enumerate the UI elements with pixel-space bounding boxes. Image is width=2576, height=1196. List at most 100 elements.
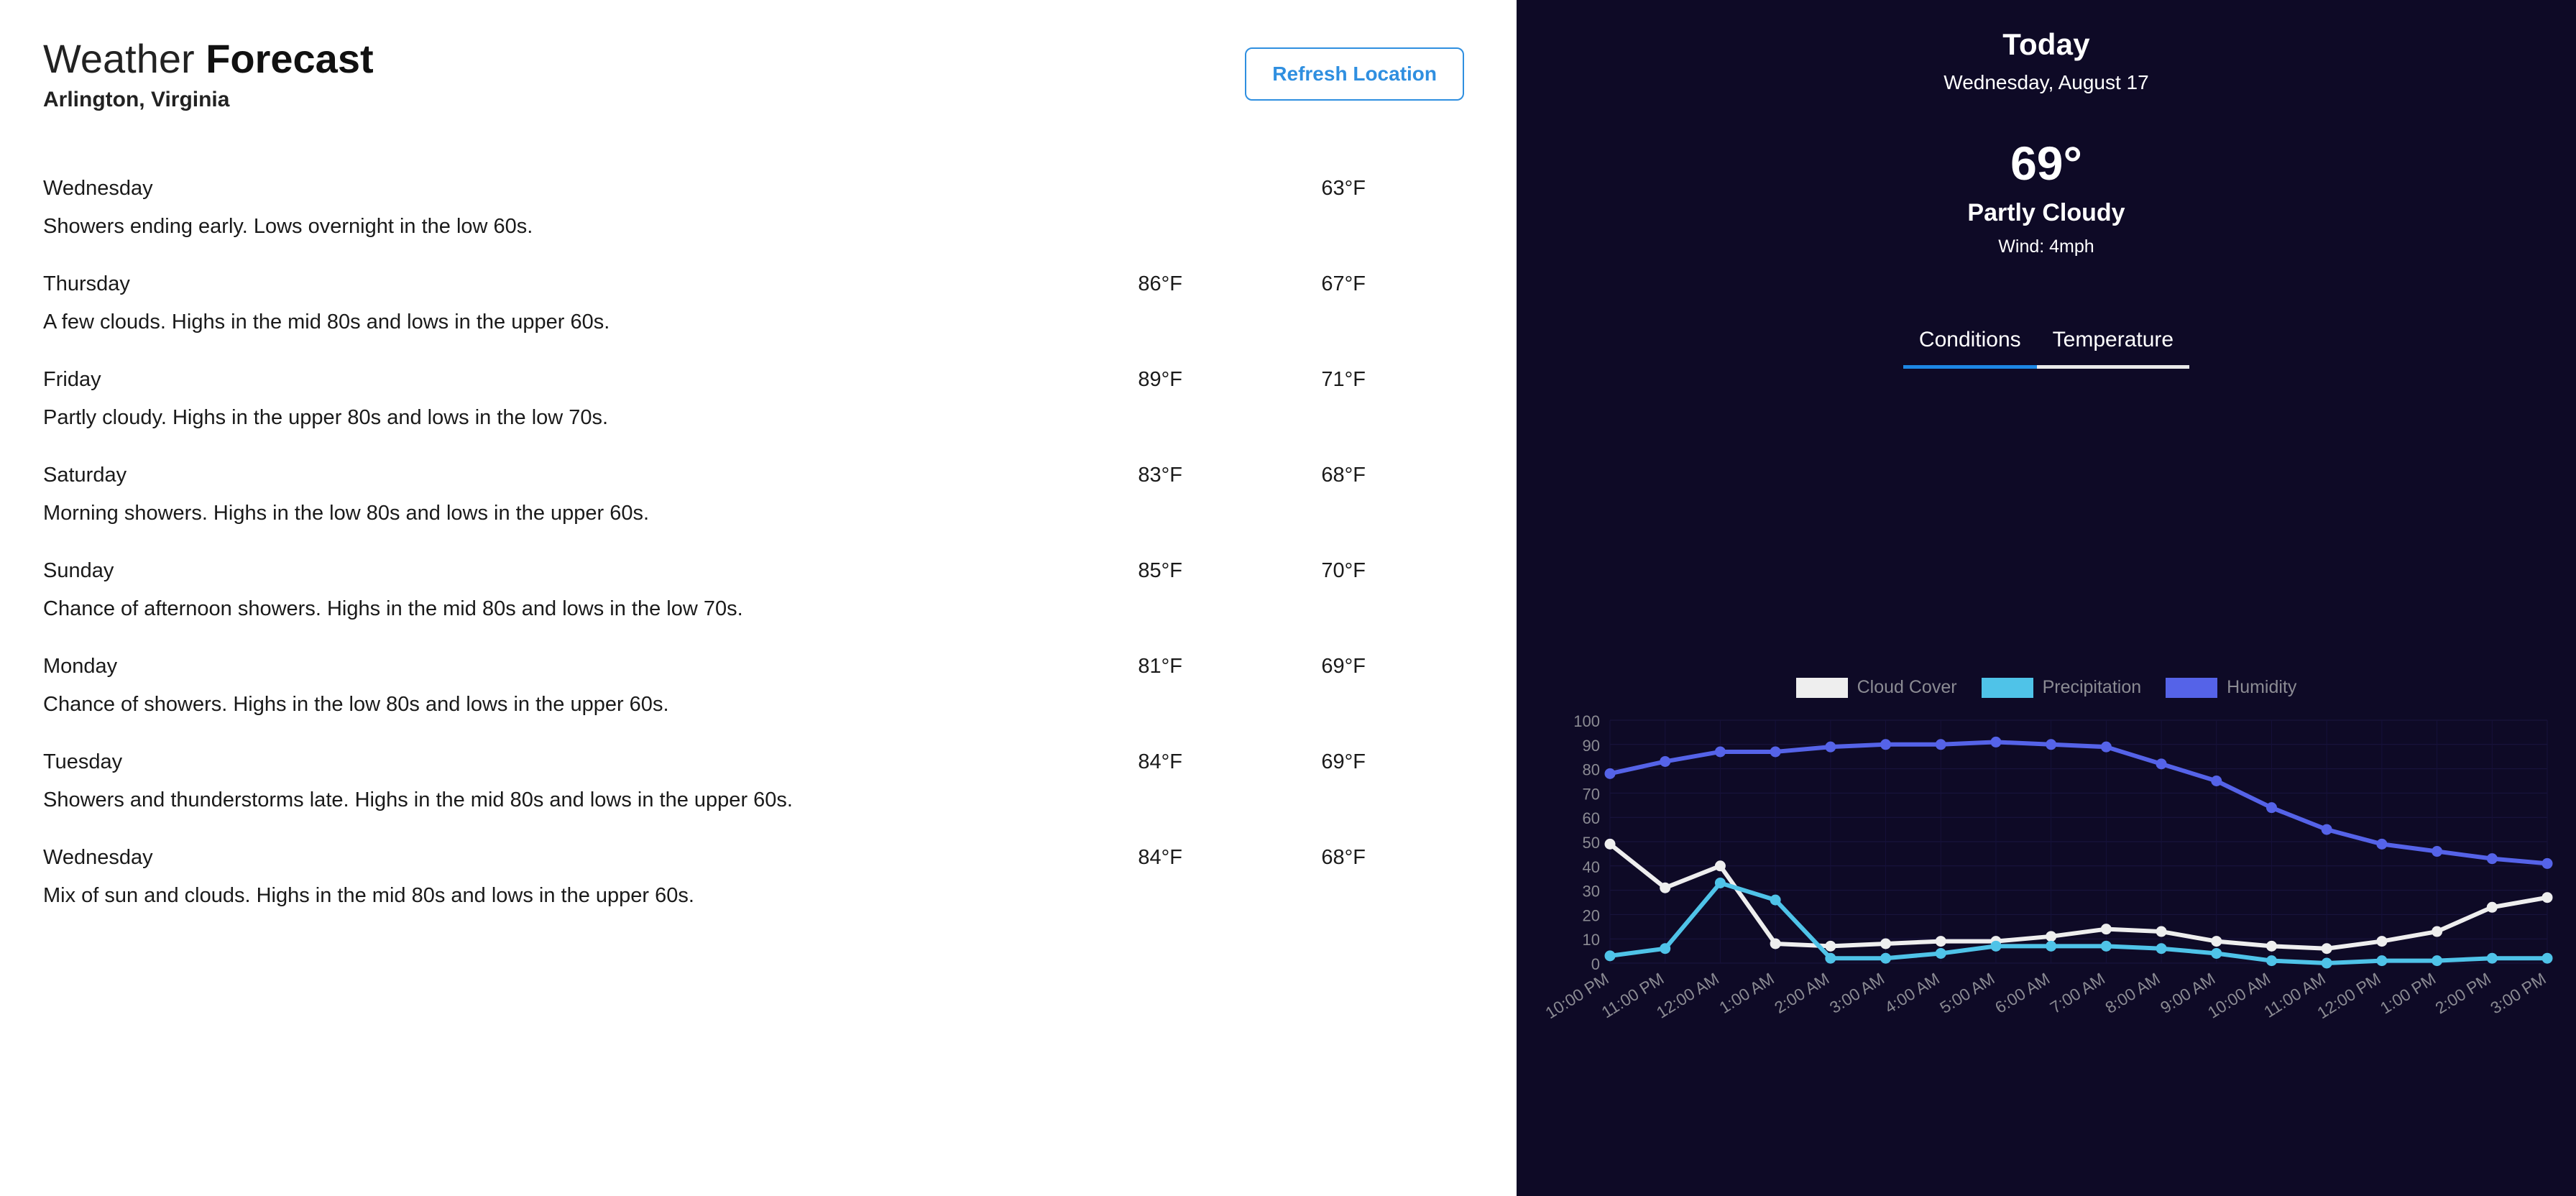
tab-temperature[interactable]: Temperature	[2036, 323, 2190, 369]
page-header: Weather Forecast Arlington, Virginia Ref…	[43, 37, 1473, 112]
chart-point-precipitation[interactable]	[1880, 952, 1892, 964]
chart-point-humidity[interactable]	[2321, 824, 2332, 835]
chart-point-humidity[interactable]	[1714, 746, 1726, 758]
chart-point-cloud-cover[interactable]	[2321, 943, 2332, 954]
chart-point-humidity[interactable]	[1660, 755, 1671, 767]
chart-point-cloud-cover[interactable]	[1714, 860, 1726, 872]
forecast-high-temp: 86°F	[1138, 272, 1182, 296]
forecast-description: Morning showers. Highs in the low 80s an…	[43, 502, 650, 525]
chart-point-precipitation[interactable]	[1990, 940, 2002, 952]
chart-point-precipitation[interactable]	[2486, 952, 2498, 964]
chart-point-humidity[interactable]	[2376, 838, 2388, 850]
chart-x-tick-label: 2:00 PM	[2432, 969, 2494, 1017]
tab-conditions[interactable]: Conditions	[1903, 323, 2037, 369]
chart-y-tick-label: 70	[1583, 785, 1600, 803]
chart-x-tick-label: 3:00 AM	[1826, 969, 1887, 1017]
forecast-description: Mix of sun and clouds. Highs in the mid …	[43, 884, 694, 908]
chart-point-precipitation[interactable]	[2100, 940, 2112, 952]
chart-point-cloud-cover[interactable]	[1880, 938, 1892, 949]
weather-app: Weather Forecast Arlington, Virginia Ref…	[0, 0, 2576, 1196]
chart-point-humidity[interactable]	[2156, 758, 2167, 770]
chart-x-tick-label: 6:00 AM	[1992, 969, 2053, 1017]
chart-point-humidity[interactable]	[1825, 741, 1836, 753]
forecast-row: Monday 81°F 69°F Chance of showers. Highs i…	[43, 655, 1473, 717]
forecast-row-header: Monday 81°F 69°F	[43, 655, 1473, 678]
legend-label: Humidity	[2227, 677, 2297, 697]
forecast-low-temp: 69°F	[1321, 655, 1366, 678]
legend-swatch-precipitation	[1981, 677, 2033, 698]
chart-point-humidity[interactable]	[2046, 739, 2057, 750]
chart-point-cloud-cover[interactable]	[1770, 938, 1781, 949]
forecast-high-temp: 84°F	[1138, 846, 1182, 870]
chart-y-tick-label: 40	[1583, 858, 1600, 876]
legend-item[interactable]: Humidity	[2166, 677, 2296, 698]
chart-point-cloud-cover[interactable]	[1604, 838, 1616, 850]
chart-point-humidity[interactable]	[2100, 741, 2112, 753]
legend-item[interactable]: Precipitation	[1981, 677, 2141, 698]
chart-x-tick-label: 2:00 AM	[1771, 969, 1832, 1017]
chart-point-precipitation[interactable]	[1660, 943, 1671, 954]
chart-point-humidity[interactable]	[2542, 857, 2553, 869]
chart-point-humidity[interactable]	[2211, 776, 2222, 786]
refresh-location-button[interactable]: Refresh Location	[1245, 47, 1464, 101]
page-title-bold: Forecast	[206, 36, 374, 81]
conditions-chart: 0 10 20 30 40 50 60 70 80 90 100 10:00 PM 11:00 PM 12…	[1517, 704, 2576, 1107]
forecast-high-temp: 81°F	[1138, 655, 1182, 678]
chart-point-cloud-cover[interactable]	[2156, 926, 2167, 937]
forecast-row: Saturday 83°F 68°F Morning showers. Highs i…	[43, 464, 1473, 525]
page-title-light: Weather	[43, 36, 206, 81]
chart-y-tick-label: 60	[1583, 809, 1600, 827]
chart-point-precipitation[interactable]	[2432, 955, 2443, 967]
chart-point-humidity[interactable]	[1935, 739, 1946, 750]
chart-point-humidity[interactable]	[2266, 802, 2277, 814]
legend-item[interactable]: Cloud Cover	[1795, 677, 1957, 698]
current-temperature: 69°	[2010, 137, 2082, 190]
chart-point-cloud-cover[interactable]	[2266, 940, 2277, 952]
chart-point-humidity[interactable]	[1880, 739, 1892, 750]
chart-point-cloud-cover[interactable]	[2486, 901, 2498, 913]
forecast-row: Thursday 86°F 67°F A few clouds. Highs in t…	[43, 272, 1473, 334]
today-panel: Today Wednesday, August 17 69° Partly Cl…	[1517, 0, 2576, 1196]
chart-point-humidity[interactable]	[1990, 736, 2002, 748]
chart-y-tick-label: 30	[1583, 883, 1600, 901]
forecast-low-temp: 68°F	[1321, 846, 1366, 870]
chart-x-tick-label: 10:00 PM	[1542, 969, 1611, 1022]
chart-point-cloud-cover[interactable]	[1935, 936, 1946, 947]
chart-point-precipitation[interactable]	[2156, 943, 2167, 954]
chart-point-cloud-cover[interactable]	[2100, 924, 2112, 935]
chart-point-precipitation[interactable]	[2046, 940, 2057, 952]
forecast-row: Wednesday 63°F Showers ending early. Lows …	[43, 177, 1473, 239]
page-title: Weather Forecast	[43, 37, 374, 80]
chart-point-precipitation[interactable]	[1714, 877, 1726, 888]
chart-point-cloud-cover[interactable]	[2046, 931, 2057, 942]
chart-point-cloud-cover[interactable]	[2211, 936, 2222, 947]
chart-legend: Cloud Cover Precipitation Humidity	[1517, 677, 2576, 698]
chart-point-precipitation[interactable]	[2211, 947, 2222, 959]
current-condition: Partly Cloudy	[1967, 199, 2125, 226]
chart-point-cloud-cover[interactable]	[2432, 926, 2443, 937]
chart-point-precipitation[interactable]	[2542, 952, 2553, 964]
chart-point-precipitation[interactable]	[1770, 894, 1781, 906]
chart-point-precipitation[interactable]	[1825, 952, 1836, 964]
forecast-day-label: Wednesday	[43, 846, 153, 870]
chart-point-humidity[interactable]	[1604, 768, 1616, 779]
chart-x-tick-label: 1:00 AM	[1716, 969, 1777, 1017]
chart-point-cloud-cover[interactable]	[2542, 892, 2553, 903]
forecast-row-header: Thursday 86°F 67°F	[43, 272, 1473, 296]
chart-point-humidity[interactable]	[2432, 846, 2443, 857]
chart-point-precipitation[interactable]	[2321, 957, 2332, 969]
chart-point-cloud-cover[interactable]	[2376, 936, 2388, 947]
chart-point-precipitation[interactable]	[2266, 955, 2277, 967]
chart-point-humidity[interactable]	[1770, 746, 1781, 758]
chart-point-precipitation[interactable]	[2376, 955, 2388, 967]
chart-tabs: Conditions Temperature	[1880, 323, 2212, 369]
forecast-day-label: Wednesday	[43, 177, 153, 201]
forecast-low-temp: 71°F	[1321, 368, 1366, 392]
chart-line-humidity	[1608, 740, 2549, 866]
chart-point-humidity[interactable]	[2486, 853, 2498, 865]
chart-point-cloud-cover[interactable]	[1660, 882, 1671, 893]
chart-point-precipitation[interactable]	[1935, 947, 1946, 959]
chart-point-cloud-cover[interactable]	[1825, 940, 1836, 952]
chart-point-precipitation[interactable]	[1604, 950, 1616, 962]
forecast-row-header: Saturday 83°F 68°F	[43, 464, 1473, 487]
